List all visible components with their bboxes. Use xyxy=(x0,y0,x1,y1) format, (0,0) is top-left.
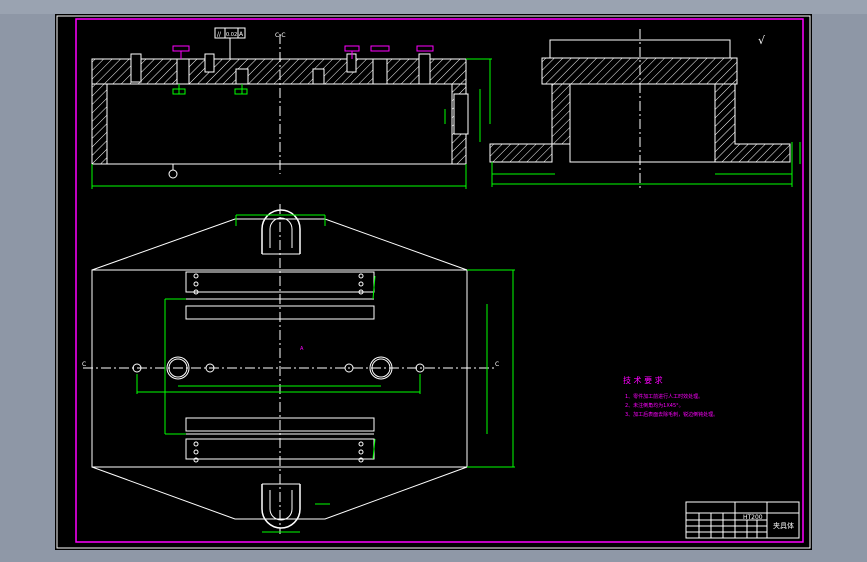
gdt-symbol: // xyxy=(217,31,222,38)
gdt-value: 0.02 xyxy=(226,32,237,38)
drawing-sheet: // 0.02 A C-C √ C C A 技 术 要 求 1、零件加工前进行人… xyxy=(55,14,812,550)
tech-requirements-title: 技 术 要 求 xyxy=(623,375,663,385)
tech-requirement-2: 2、未注倒角均为1X45°。 xyxy=(625,402,684,409)
section-view-cc xyxy=(91,34,492,189)
tech-requirement-3: 3、加工后表面去除毛刺，锐边倒钝处理。 xyxy=(625,411,718,418)
window-top-bar xyxy=(0,0,867,14)
gdt-datum: A xyxy=(239,31,244,38)
section-marker-left: C xyxy=(82,361,86,368)
title-block-material: HT200 xyxy=(743,514,763,521)
view-label-front: A xyxy=(300,346,304,352)
section-marker-right: C xyxy=(495,361,499,368)
side-section-view xyxy=(489,29,801,189)
plan-view xyxy=(83,204,515,534)
window-bottom-bar xyxy=(0,550,867,562)
title-block-part-name: 夹具体 xyxy=(773,521,794,530)
surface-finish-icon: √ xyxy=(758,34,766,47)
tech-requirement-1: 1、零件加工前进行人工时效处理。 xyxy=(625,393,703,400)
cad-drawing: // 0.02 A C-C √ C C A 技 术 要 求 1、零件加工前进行人… xyxy=(56,15,811,549)
section-label-cc: C-C xyxy=(275,32,286,39)
